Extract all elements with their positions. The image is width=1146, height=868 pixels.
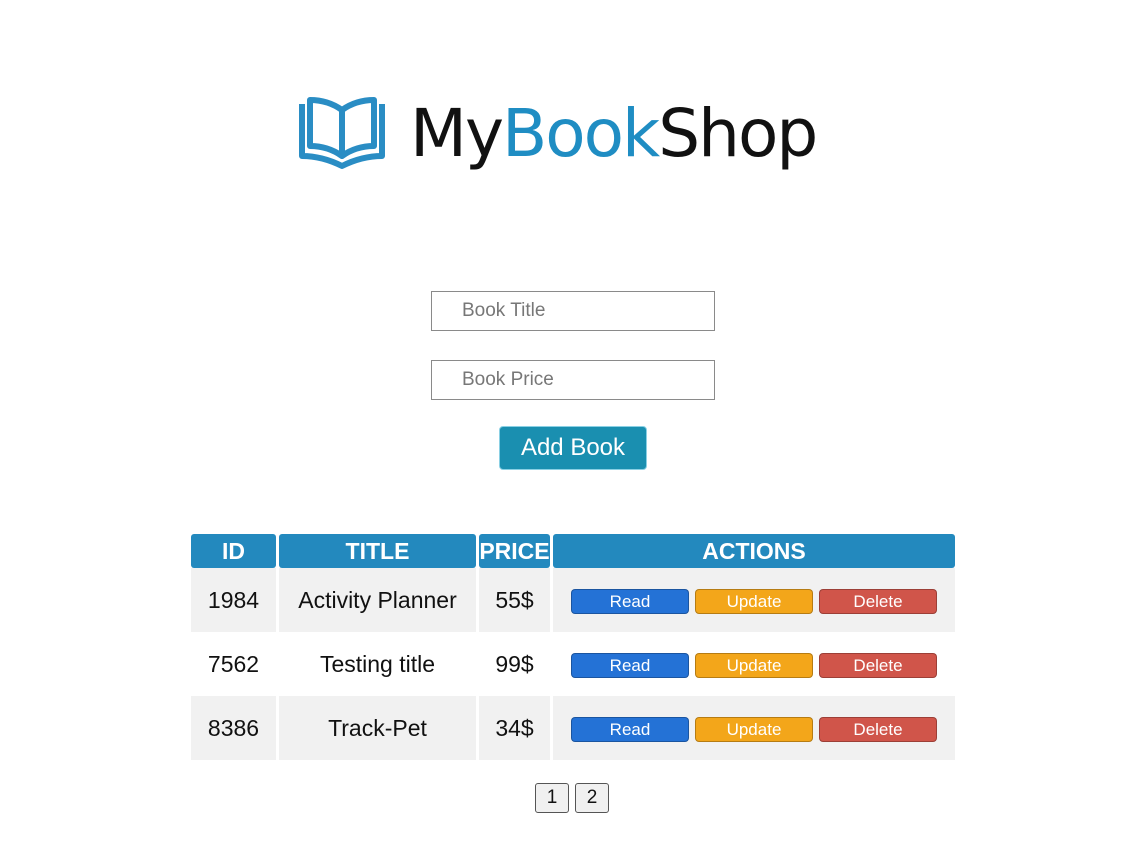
book-actions: Read Update Delete: [553, 696, 955, 760]
read-button[interactable]: Read: [571, 588, 689, 614]
update-button[interactable]: Update: [695, 716, 813, 742]
book-title-input[interactable]: [431, 291, 715, 331]
delete-button[interactable]: Delete: [819, 652, 937, 678]
column-header-price: PRICE: [479, 534, 550, 568]
update-button[interactable]: Update: [695, 652, 813, 678]
open-book-icon: [296, 96, 388, 172]
column-header-actions: ACTIONS: [553, 534, 955, 568]
book-price-input[interactable]: [431, 360, 715, 400]
book-actions: Read Update Delete: [553, 632, 955, 696]
delete-button[interactable]: Delete: [819, 588, 937, 614]
book-title: Testing title: [319, 650, 436, 677]
book-id: 8386: [191, 696, 276, 760]
books-table: ID TITLE PRICE ACTIONS 1984 Activity Pla…: [188, 534, 958, 760]
book-price: 55$: [479, 568, 550, 632]
book-price: 34$: [479, 696, 550, 760]
table-row: 7562 Testing title 99$ Read Update Delete: [191, 632, 955, 696]
column-header-id: ID: [191, 534, 276, 568]
add-book-button[interactable]: Add Book: [499, 426, 647, 470]
read-button[interactable]: Read: [571, 716, 689, 742]
book-title: Track-Pet: [279, 696, 476, 760]
book-actions: Read Update Delete: [553, 568, 955, 632]
table-row: 8386 Track-Pet 34$ Read Update Delete: [191, 696, 955, 760]
table-row: 1984 Activity Planner 55$ Read Update Dele…: [191, 568, 955, 632]
brand-logo: MyBookShop: [296, 95, 818, 172]
update-button[interactable]: Update: [695, 588, 813, 614]
delete-button[interactable]: Delete: [819, 716, 937, 742]
read-button[interactable]: Read: [571, 652, 689, 678]
book-id: 7562: [207, 650, 260, 677]
page-1-button[interactable]: 1: [535, 783, 569, 813]
page-2-button[interactable]: 2: [575, 783, 609, 813]
brand-name: MyBookShop: [410, 95, 818, 172]
table-header-row: ID TITLE PRICE ACTIONS: [191, 534, 955, 568]
pagination: 1 2: [535, 783, 609, 813]
book-price: 99$: [495, 650, 534, 677]
book-id: 1984: [191, 568, 276, 632]
column-header-title: TITLE: [279, 534, 476, 568]
book-title: Activity Planner: [279, 568, 476, 632]
